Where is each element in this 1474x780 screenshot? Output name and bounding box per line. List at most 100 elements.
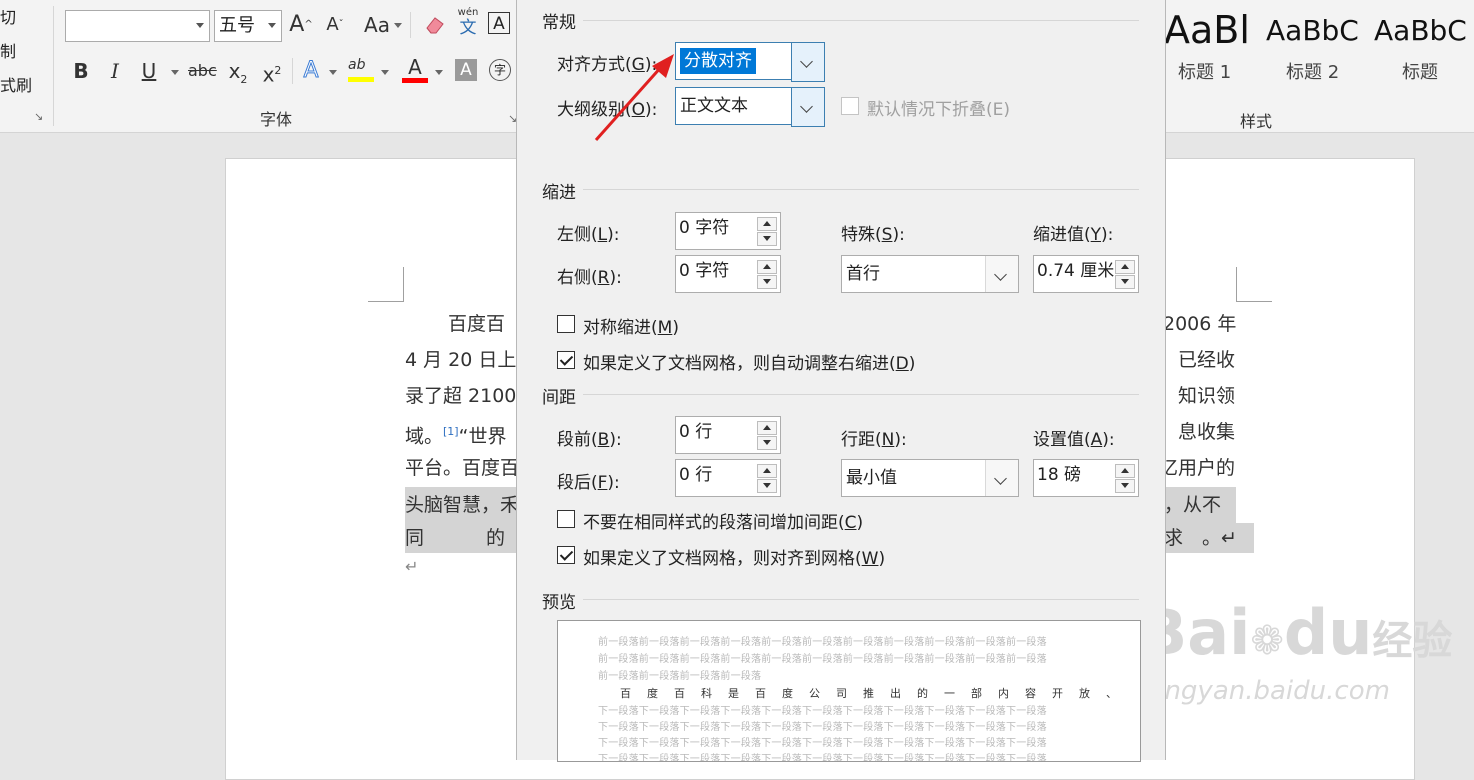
phonetic-text: wén	[457, 7, 479, 18]
spin-up-icon[interactable]	[757, 464, 777, 478]
auto-adjust-indent-checkbox[interactable]	[557, 351, 575, 369]
character-shading-button[interactable]: A	[455, 59, 477, 81]
snap-to-grid-label[interactable]: 如果定义了文档网格，则对齐到网格(W)	[583, 544, 885, 569]
section-title-indent: 缩进	[542, 183, 576, 203]
chevron-down-icon	[196, 23, 204, 28]
chevron-down-icon[interactable]	[985, 256, 1018, 292]
no-space-same-style-checkbox[interactable]	[557, 510, 575, 528]
line-spacing-select[interactable]: 最小值	[841, 459, 1019, 497]
spin-down-icon[interactable]	[1115, 275, 1135, 289]
subscript-button[interactable]: x2	[226, 56, 250, 86]
chevron-down-icon[interactable]	[171, 70, 179, 75]
phonetic-guide-button[interactable]: wén 文	[456, 7, 480, 39]
styles-group-label: 样式	[1240, 112, 1273, 131]
style-name-heading2[interactable]: 标题 2	[1286, 58, 1339, 84]
character-border-button[interactable]: A	[488, 12, 510, 34]
phonetic-icon: 文	[459, 18, 477, 38]
format-painter-button[interactable]: 式刷	[0, 72, 32, 96]
paw-icon: ❁	[1250, 618, 1284, 664]
doc-line-left: 头脑智慧，禾	[405, 487, 519, 523]
style-sample-heading2[interactable]: AaBbC	[1266, 14, 1362, 47]
style-sample-title[interactable]: AaBbC	[1374, 14, 1470, 47]
indent-by-spinner[interactable]: 0.74 厘米	[1033, 255, 1139, 293]
spin-up-icon[interactable]	[757, 217, 777, 231]
font-color-icon: A	[408, 55, 422, 79]
doc-line-left: 同 的	[405, 523, 517, 553]
chevron-down-icon[interactable]	[985, 460, 1018, 496]
spin-up-icon[interactable]	[757, 260, 777, 274]
bold-button[interactable]: B	[70, 56, 92, 86]
mirror-indent-label[interactable]: 对称缩进(M)	[583, 313, 679, 338]
text-effects-button[interactable]: A	[300, 56, 322, 86]
spin-down-icon[interactable]	[757, 232, 777, 246]
chevron-down-icon[interactable]	[394, 23, 402, 28]
outline-level-select[interactable]: 正文文本	[675, 87, 825, 127]
separator	[410, 12, 411, 38]
left-indent-label: 左侧(L):	[557, 225, 620, 245]
change-case-button[interactable]: Aa	[362, 10, 392, 40]
left-indent-spinner[interactable]: 0 字符	[675, 212, 781, 250]
right-indent-value: 0 字符	[679, 261, 730, 281]
underline-button[interactable]: U	[138, 56, 160, 86]
chevron-down-icon[interactable]	[381, 70, 389, 75]
margin-corner-mark	[1236, 267, 1272, 302]
spin-up-icon[interactable]	[1115, 464, 1135, 478]
spacing-at-spinner[interactable]: 18 磅	[1033, 459, 1139, 497]
spin-down-icon[interactable]	[1115, 479, 1135, 493]
chevron-down-icon[interactable]	[791, 87, 825, 127]
no-space-same-style-label[interactable]: 不要在相同样式的段落间增加间距(C)	[583, 508, 863, 533]
style-name-title[interactable]: 标题	[1402, 58, 1438, 84]
grow-font-button[interactable]: A^	[288, 10, 314, 40]
spin-up-icon[interactable]	[1115, 260, 1135, 274]
copy-button[interactable]: 制	[0, 38, 16, 62]
footnote-ref[interactable]: [1]	[443, 425, 459, 438]
right-indent-label: 右侧(R):	[557, 268, 622, 288]
font-color-button[interactable]: A	[402, 56, 428, 86]
spin-down-icon[interactable]	[757, 275, 777, 289]
spacing-at-label: 设置值(A):	[1033, 430, 1115, 450]
spin-up-icon[interactable]	[757, 421, 777, 435]
collapse-default-checkbox[interactable]	[841, 97, 859, 115]
snap-to-grid-checkbox[interactable]	[557, 546, 575, 564]
superscript-button[interactable]: x2	[260, 56, 284, 87]
italic-button[interactable]: I	[104, 56, 126, 86]
alignment-select[interactable]: 分散对齐	[675, 42, 825, 82]
doc-line-right: 息收集	[1178, 421, 1236, 443]
spin-down-icon[interactable]	[757, 479, 777, 493]
annotation-arrow-icon	[594, 54, 674, 141]
eraser-icon[interactable]	[424, 14, 444, 34]
left-indent-value: 0 字符	[679, 218, 730, 238]
shrink-font-button[interactable]: Aˇ	[322, 10, 348, 40]
space-after-spinner[interactable]: 0 行	[675, 459, 781, 497]
subscript-icon: x	[228, 59, 241, 83]
enclose-icon: 字	[493, 63, 506, 77]
chevron-down-icon[interactable]	[435, 70, 443, 75]
space-after-value: 0 行	[679, 465, 713, 485]
style-sample-heading1[interactable]: AaBl	[1164, 8, 1250, 52]
style-name-heading1[interactable]: 标题 1	[1178, 58, 1231, 84]
change-case-icon: Aa	[364, 13, 390, 37]
spin-down-icon[interactable]	[757, 436, 777, 450]
space-before-spinner[interactable]: 0 行	[675, 416, 781, 454]
mirror-indent-checkbox[interactable]	[557, 315, 575, 333]
preview-prev-line: 前一段落前一段落前一段落前一段落	[598, 671, 762, 682]
clipboard-launcher-icon[interactable]: ↘	[34, 110, 43, 123]
font-name-select[interactable]	[65, 10, 210, 42]
caret-up-icon: ^	[304, 19, 313, 30]
chevron-down-icon[interactable]	[329, 70, 337, 75]
spacing-at-value: 18 磅	[1037, 465, 1082, 485]
strikethrough-button[interactable]: abc	[188, 56, 217, 86]
highlight-button[interactable]: ab	[348, 56, 374, 86]
section-rule	[583, 189, 1139, 190]
auto-adjust-indent-label[interactable]: 如果定义了文档网格，则自动调整右缩进(D)	[583, 349, 915, 374]
cut-button[interactable]: 切	[0, 4, 16, 28]
font-size-select[interactable]: 五号	[214, 10, 282, 42]
right-indent-spinner[interactable]: 0 字符	[675, 255, 781, 293]
chevron-down-icon[interactable]	[791, 42, 825, 82]
paragraph-mark: ↵	[405, 557, 419, 576]
chevron-down-icon	[268, 23, 276, 28]
shading-icon: A	[460, 60, 472, 80]
enclose-characters-button[interactable]: 字	[489, 59, 511, 81]
subscript-mark: 2	[240, 73, 248, 86]
special-indent-select[interactable]: 首行	[841, 255, 1019, 293]
